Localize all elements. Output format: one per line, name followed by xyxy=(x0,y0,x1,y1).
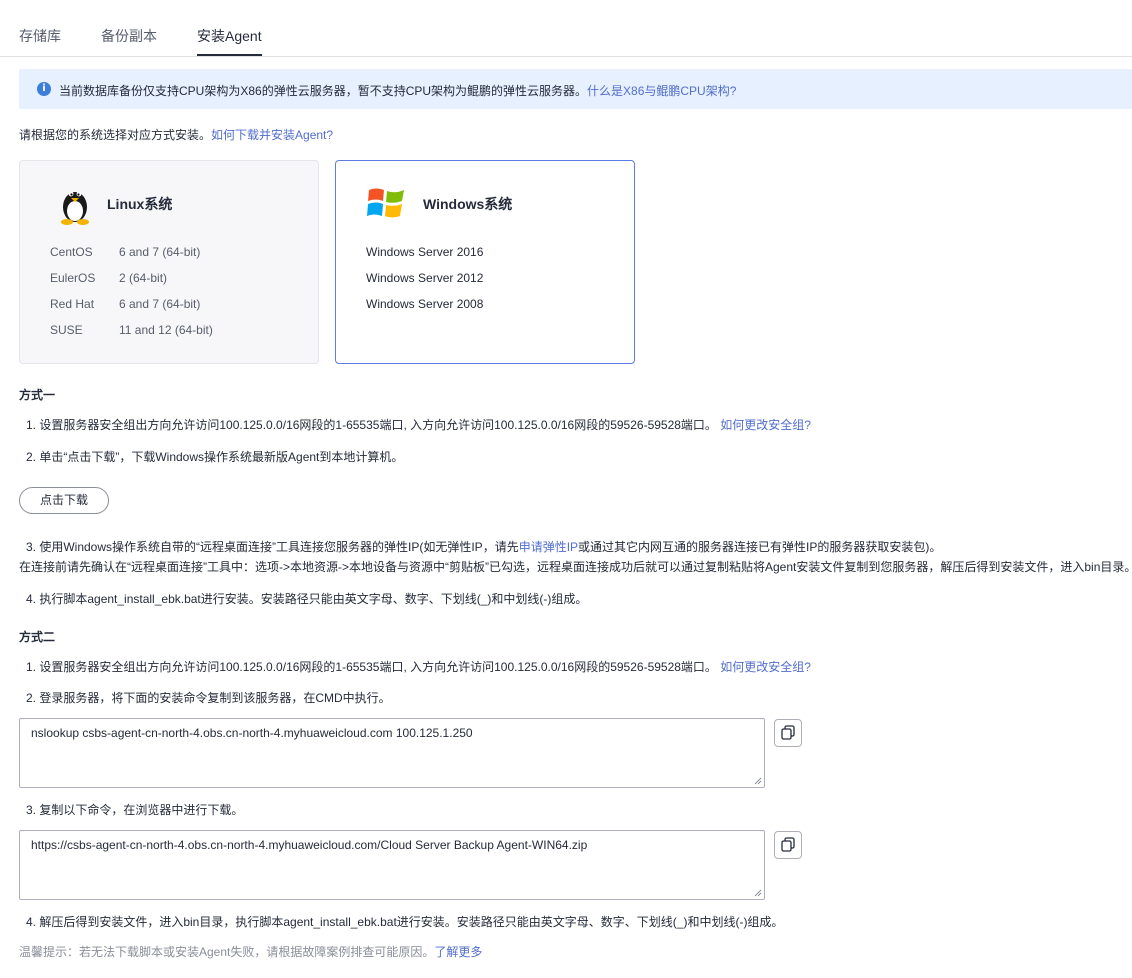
apply-eip-link[interactable]: 申请弹性IP xyxy=(519,540,578,554)
info-icon: i xyxy=(37,82,51,96)
step-text: 1. 设置服务器安全组出方向允许访问100.125.0.0/16网段的1-655… xyxy=(26,660,717,674)
tab-repository[interactable]: 存储库 xyxy=(19,26,61,46)
method1-step3-note: 在连接前请先确认在“远程桌面连接”工具中：选项->本地资源->本地设备与资源中“… xyxy=(19,560,1132,574)
security-group-link[interactable]: 如何更改安全组? xyxy=(720,418,811,432)
copy-url-button[interactable] xyxy=(774,831,802,859)
windows-os-card[interactable]: Windows系统 Windows Server 2016 Windows Se… xyxy=(335,160,635,364)
method2-title: 方式二 xyxy=(19,630,56,644)
windows-card-title: Windows系统 xyxy=(423,196,513,212)
os-version: 6 and 7 (64-bit) xyxy=(119,297,201,311)
os-name: Red Hat xyxy=(50,297,95,311)
os-name: SUSE xyxy=(50,323,83,337)
method2-step1: 1. 设置服务器安全组出方向允许访问100.125.0.0/16网段的1-655… xyxy=(26,658,811,675)
tab-bar: 存储库 备份副本 安装Agent xyxy=(0,0,1132,57)
intro-line: 请根据您的系统选择对应方式安装。如何下载并安装Agent? xyxy=(19,126,333,143)
resize-handle-icon[interactable] xyxy=(754,889,762,897)
linux-row-redhat: Red Hat 6 and 7 (64-bit) xyxy=(50,297,200,311)
how-to-install-link[interactable]: 如何下载并安装Agent? xyxy=(211,128,333,142)
method1-step4: 4. 执行脚本agent_install_ebk.bat进行安装。安装路径只能由… xyxy=(26,592,588,606)
method1-step3: 3. 使用Windows操作系统自带的“远程桌面连接”工具连接您服务器的弹性IP… xyxy=(26,538,941,555)
method2-step4: 4. 解压后得到安装文件，进入bin目录，执行脚本agent_install_e… xyxy=(26,915,784,929)
method1-step1: 1. 设置服务器安全组出方向允许访问100.125.0.0/16网段的1-655… xyxy=(26,416,811,433)
windows-logo-icon xyxy=(366,185,406,219)
copy-icon xyxy=(781,837,795,852)
step-text: 或通过其它内网互通的服务器连接已有弹性IP的服务器获取安装包)。 xyxy=(578,540,942,554)
install-command-textarea[interactable]: nslookup csbs-agent-cn-north-4.obs.cn-no… xyxy=(19,718,765,788)
tab-backup-copies[interactable]: 备份副本 xyxy=(101,26,157,46)
os-version: 6 and 7 (64-bit) xyxy=(119,245,201,259)
tab-install-agent[interactable]: 安装Agent xyxy=(197,26,262,56)
linux-os-card[interactable]: Linux系统 CentOS 6 and 7 (64-bit) EulerOS 2 … xyxy=(19,160,319,364)
security-group-link[interactable]: 如何更改安全组? xyxy=(720,660,811,674)
method1-step2: 2. 单击“点击下载”，下载Windows操作系统最新版Agent到本地计算机。 xyxy=(26,450,404,464)
download-button[interactable]: 点击下载 xyxy=(19,487,109,514)
windows-row: Windows Server 2008 xyxy=(366,297,484,311)
os-version: 11 and 12 (64-bit) xyxy=(119,323,213,337)
intro-text: 请根据您的系统选择对应方式安装。 xyxy=(19,128,212,142)
alert-text: 当前数据库备份仅支持CPU架构为X86的弹性云服务器，暂不支持CPU架构为鲲鹏的… xyxy=(59,84,588,98)
step-text: 3. 使用Windows操作系统自带的“远程桌面连接”工具连接您服务器的弹性IP… xyxy=(26,540,519,554)
download-url-text: https://csbs-agent-cn-north-4.obs.cn-nor… xyxy=(31,838,588,852)
os-version: 2 (64-bit) xyxy=(119,271,168,285)
linux-row-centos: CentOS 6 and 7 (64-bit) xyxy=(50,245,200,259)
method1-title: 方式一 xyxy=(19,388,56,402)
download-url-textarea[interactable]: https://csbs-agent-cn-north-4.obs.cn-nor… xyxy=(19,830,765,900)
windows-row: Windows Server 2016 xyxy=(366,245,484,259)
tip-line: 温馨提示：若无法下载脚本或安装Agent失败，请根据故障案例排查可能原因。了解更… xyxy=(19,943,482,960)
install-command-text: nslookup csbs-agent-cn-north-4.obs.cn-no… xyxy=(31,726,473,740)
copy-command-button[interactable] xyxy=(774,719,802,747)
method2-step2: 2. 登录服务器，将下面的安装命令复制到该服务器，在CMD中执行。 xyxy=(26,691,391,705)
tip-text: 温馨提示：若无法下载脚本或安装Agent失败，请根据故障案例排查可能原因。 xyxy=(19,945,435,959)
step-text: 1. 设置服务器安全组出方向允许访问100.125.0.0/16网段的1-655… xyxy=(26,418,717,432)
windows-row: Windows Server 2012 xyxy=(366,271,484,285)
os-name: EulerOS xyxy=(50,271,96,285)
cpu-architecture-link[interactable]: 什么是X86与鲲鹏CPU架构? xyxy=(587,84,736,98)
method2-step3: 3. 复制以下命令，在浏览器中进行下载。 xyxy=(26,803,244,817)
os-name: CentOS xyxy=(50,245,93,259)
linux-card-title: Linux系统 xyxy=(107,196,173,212)
linux-row-suse: SUSE 11 and 12 (64-bit) xyxy=(50,323,213,337)
learn-more-link[interactable]: 了解更多 xyxy=(434,945,482,959)
linux-row-euleros: EulerOS 2 (64-bit) xyxy=(50,271,167,285)
info-alert: i 当前数据库备份仅支持CPU架构为X86的弹性云服务器，暂不支持CPU架构为鲲… xyxy=(19,69,1132,109)
copy-icon xyxy=(781,725,795,740)
linux-penguin-icon xyxy=(58,183,92,225)
resize-handle-icon[interactable] xyxy=(754,777,762,785)
alert-message: 当前数据库备份仅支持CPU架构为X86的弹性云服务器，暂不支持CPU架构为鲲鹏的… xyxy=(59,82,736,99)
